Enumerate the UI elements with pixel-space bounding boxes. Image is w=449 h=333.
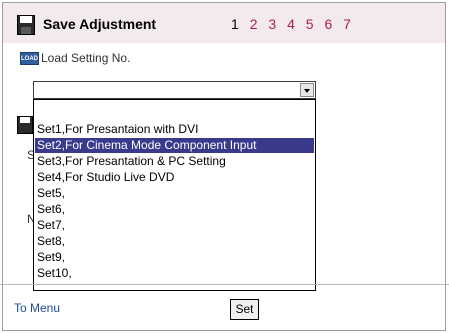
floppy-disk-icon [17,15,35,35]
setting-dropdown-list[interactable]: Set1,For Presantaion with DVI Set2,For C… [33,99,316,291]
load-setting-select[interactable] [33,81,316,99]
option-set10[interactable]: Set10, [35,266,314,281]
option-set4[interactable]: Set4,For Studio Live DVD [35,170,314,185]
step-4[interactable]: 4 [287,16,295,32]
to-menu-link[interactable]: To Menu [14,301,60,315]
chevron-down-icon[interactable] [300,83,314,97]
set-button[interactable]: Set [230,299,259,320]
option-set1[interactable]: Set1,For Presantaion with DVI [35,122,314,137]
load-icon: LOAD [20,52,39,65]
option-set7[interactable]: Set7, [35,218,314,233]
step-3[interactable]: 3 [268,16,276,32]
floppy-disk-icon [17,116,33,134]
step-5[interactable]: 5 [306,16,314,32]
divider [0,284,449,285]
option-set6[interactable]: Set6, [35,202,314,217]
option-set9[interactable]: Set9, [35,250,314,265]
step-6[interactable]: 6 [324,16,332,32]
option-set8[interactable]: Set8, [35,234,314,249]
step-2[interactable]: 2 [250,16,258,32]
page-title: Save Adjustment [43,16,157,32]
step-1: 1 [231,16,239,32]
load-setting-label: Load Setting No. [41,51,131,65]
step-indicator: 1 2 3 4 5 6 7 [231,16,358,32]
option-set3[interactable]: Set3,For Presantation & PC Setting [35,154,314,169]
step-7[interactable]: 7 [343,16,351,32]
header-bar: Save Adjustment 1 2 3 4 5 6 7 [3,3,445,43]
option-set5[interactable]: Set5, [35,186,314,201]
option-set2[interactable]: Set2,For Cinema Mode Component Input [35,138,314,153]
